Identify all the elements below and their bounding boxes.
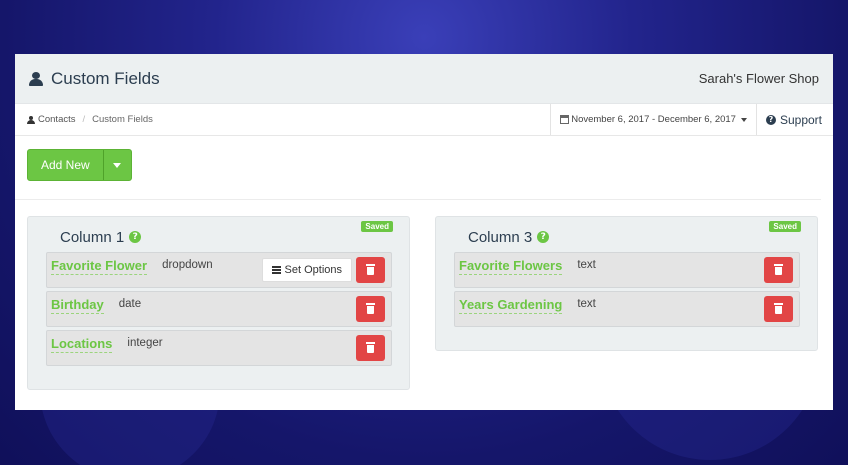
delete-field-button[interactable] (356, 257, 385, 283)
field-row[interactable]: Years Gardening text (454, 291, 800, 327)
field-name[interactable]: Years Gardening (459, 297, 563, 314)
column-1-panel: Saved Column 1 ? Favorite Flower dropdow… (27, 216, 410, 390)
field-type: dropdown (162, 259, 213, 271)
trash-icon (366, 342, 375, 353)
delete-field-button[interactable] (764, 296, 793, 322)
breadcrumb: Contacts / Custom Fields (15, 104, 550, 135)
user-icon (29, 71, 43, 86)
add-new-button-group: Add New (27, 149, 132, 181)
column-title-label: Column 3 (468, 228, 533, 246)
breadcrumb-separator: / (82, 114, 86, 125)
support-link[interactable]: ? Support (755, 104, 833, 135)
field-row[interactable]: Favorite Flowers text (454, 252, 800, 288)
date-range-label: November 6, 2017 - December 6, 2017 (571, 114, 736, 125)
delete-field-button[interactable] (356, 335, 385, 361)
shop-name[interactable]: Sarah's Flower Shop (699, 71, 819, 86)
delete-field-button[interactable] (764, 257, 793, 283)
page-title: Custom Fields (51, 68, 160, 88)
trash-icon (366, 264, 375, 275)
help-icon[interactable]: ? (129, 231, 142, 243)
set-options-button[interactable]: Set Options (261, 258, 352, 282)
field-type: text (577, 298, 596, 310)
app-window: Custom Fields Sarah's Flower Shop Contac… (15, 54, 833, 410)
support-label: Support (779, 112, 822, 127)
list-icon (271, 266, 281, 274)
column-title: Column 3 ? (468, 227, 800, 247)
sub-bar: Contacts / Custom Fields November 6, 201… (15, 104, 833, 136)
trash-icon (774, 303, 783, 314)
field-type: integer (127, 337, 163, 349)
field-name[interactable]: Favorite Flower (51, 258, 148, 275)
question-icon: ? (765, 114, 776, 125)
saved-badge: Saved (769, 221, 801, 232)
saved-badge: Saved (361, 221, 393, 232)
field-type: text (577, 259, 596, 271)
delete-field-button[interactable] (356, 296, 385, 322)
column-title-label: Column 1 (60, 228, 125, 246)
date-range-picker[interactable]: November 6, 2017 - December 6, 2017 (550, 104, 756, 135)
add-new-button[interactable]: Add New (28, 150, 103, 180)
set-options-label: Set Options (284, 264, 342, 276)
trash-icon (366, 303, 375, 314)
field-row[interactable]: Locations integer (46, 330, 392, 366)
field-row[interactable]: Favorite Flower dropdown Set Options (46, 252, 392, 288)
field-name[interactable]: Locations (51, 336, 113, 353)
field-type: date (118, 298, 142, 310)
chevron-down-icon (740, 117, 747, 122)
page-header: Custom Fields Sarah's Flower Shop (15, 54, 833, 104)
help-icon[interactable]: ? (537, 231, 550, 243)
toolbar: Add New (15, 136, 821, 200)
add-new-dropdown-toggle[interactable] (102, 150, 131, 180)
chevron-down-icon (113, 162, 122, 168)
field-name[interactable]: Birthday (51, 297, 104, 314)
calendar-icon (560, 115, 570, 124)
user-icon (27, 115, 35, 124)
column-title: Column 1 ? (60, 227, 392, 247)
breadcrumb-contacts[interactable]: Contacts (38, 114, 76, 125)
columns-area: Saved Column 1 ? Favorite Flower dropdow… (15, 200, 833, 400)
field-row[interactable]: Birthday date (46, 291, 392, 327)
field-name[interactable]: Favorite Flowers (459, 258, 563, 275)
column-3-panel: Saved Column 3 ? Favorite Flowers text Y… (435, 216, 818, 351)
breadcrumb-current: Custom Fields (92, 114, 153, 125)
trash-icon (774, 264, 783, 275)
